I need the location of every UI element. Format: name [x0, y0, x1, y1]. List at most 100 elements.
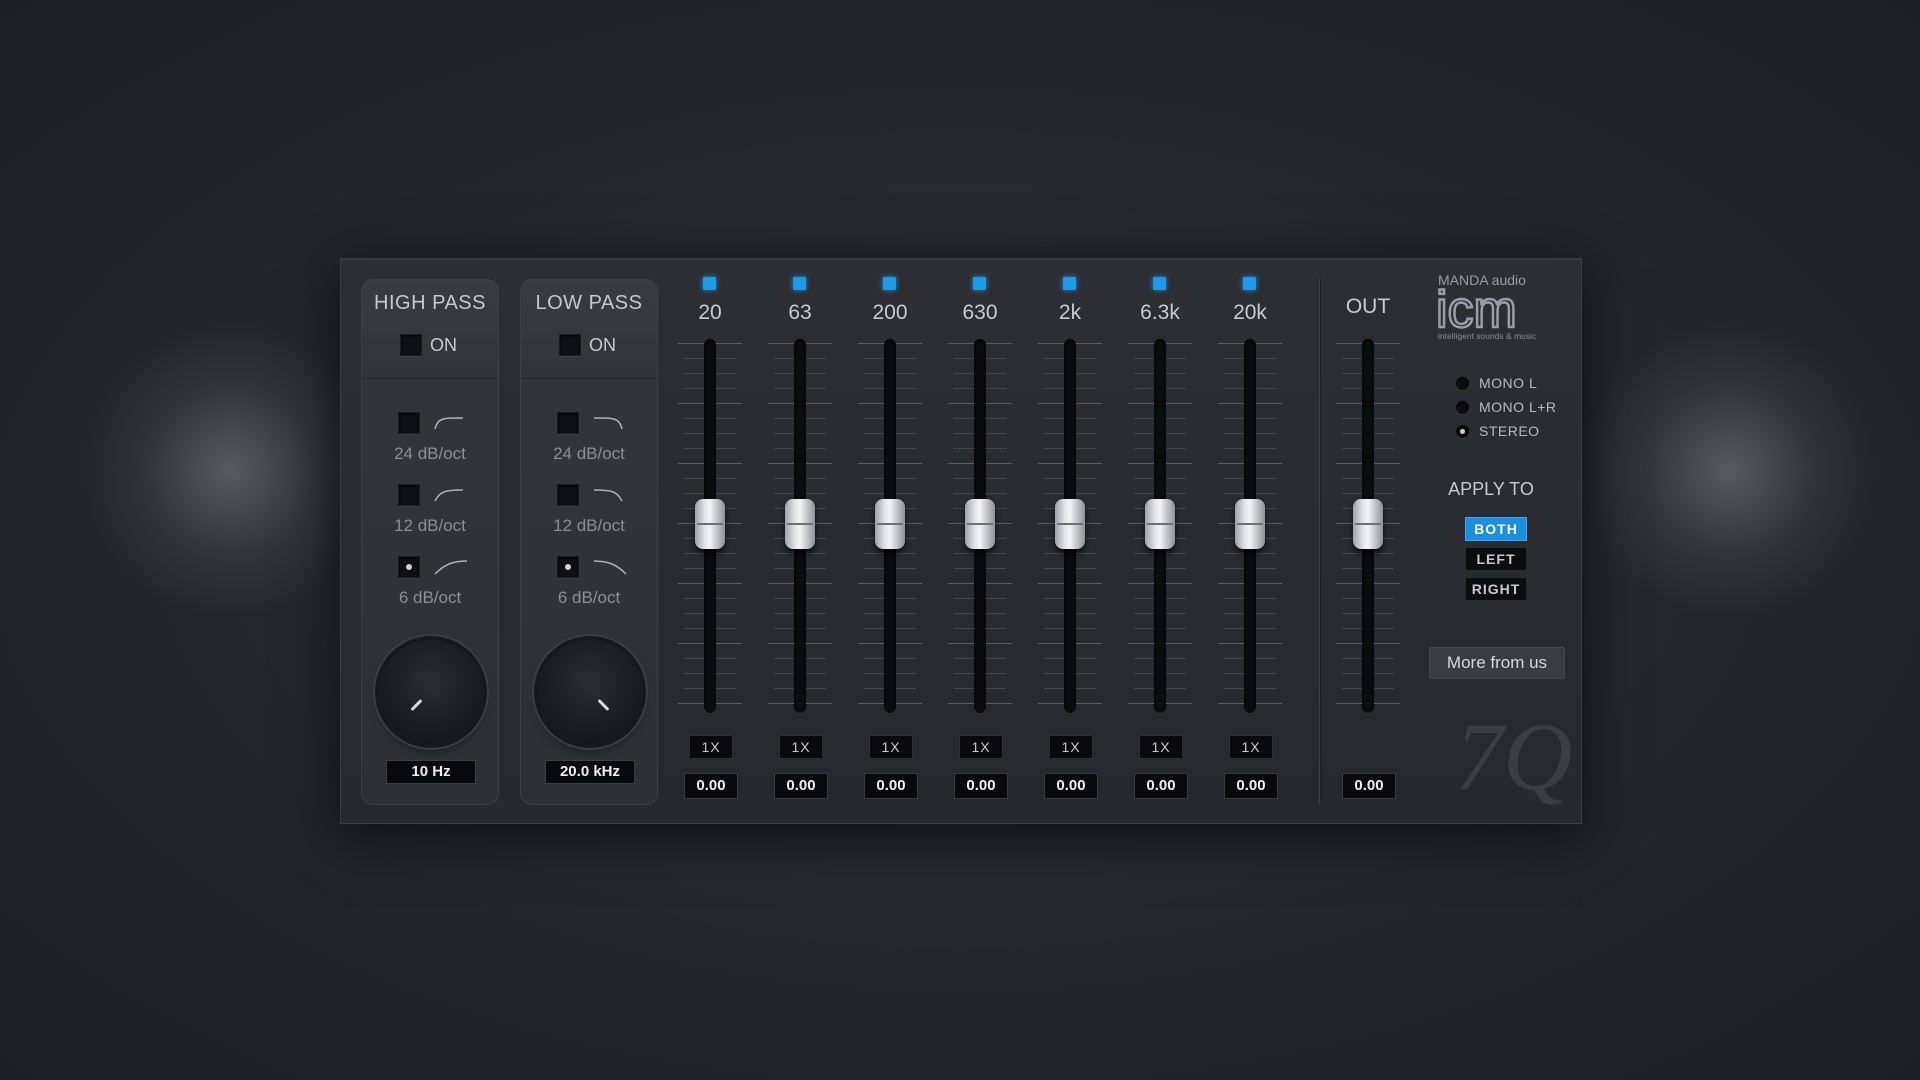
high-pass-slope-12[interactable]: [398, 484, 464, 506]
high-pass-frequency-knob[interactable]: [379, 640, 483, 744]
fader-handle[interactable]: [1235, 499, 1265, 549]
band-enable-led[interactable]: [1153, 277, 1166, 290]
equalizer-plugin-window: HIGH PASS ON 24 dB/oct 12 dB/oct 6 dB/oc…: [340, 258, 1582, 824]
product-mark: 7Q: [1455, 703, 1571, 809]
band-frequency-label: 2k: [1058, 301, 1082, 324]
low-pass-curve-steep-icon: [593, 417, 623, 430]
high-pass-on-checkbox[interactable]: [400, 334, 422, 356]
low-pass-on-checkbox[interactable]: [559, 334, 581, 356]
high-pass-slope-6-checkbox[interactable]: [398, 556, 420, 578]
band-q-button[interactable]: 1X: [1139, 735, 1183, 759]
fader-handle[interactable]: [695, 499, 725, 549]
low-pass-slope-6-checkbox[interactable]: [557, 556, 579, 578]
band-gain-value[interactable]: 0.00: [1044, 773, 1098, 799]
high-pass-slope-6[interactable]: [398, 556, 468, 578]
mode-mono-lr[interactable]: MONO L+R: [1456, 399, 1557, 415]
eq-band: 63 1X 0.00: [765, 259, 835, 823]
high-pass-slope-24-checkbox[interactable]: [398, 412, 420, 434]
band-q-button[interactable]: 1X: [779, 735, 823, 759]
high-pass-frequency-value[interactable]: 10 Hz: [386, 760, 476, 784]
apply-to-title: APPLY TO: [1448, 479, 1534, 499]
low-pass-curve-medium-icon: [593, 489, 623, 502]
background-glow-right: [1580, 320, 1880, 620]
fader-handle[interactable]: [1055, 499, 1085, 549]
band-enable-led[interactable]: [973, 277, 986, 290]
low-pass-slope-12[interactable]: [557, 484, 623, 506]
low-pass-slope-24-checkbox[interactable]: [557, 412, 579, 434]
high-pass-slope-12-label: 12 dB/oct: [394, 516, 466, 535]
band-gain-value[interactable]: 0.00: [774, 773, 828, 799]
band-frequency-label: 20: [698, 301, 722, 324]
mode-mono-lr-radio[interactable]: [1456, 400, 1469, 414]
low-pass-on-label: ON: [589, 334, 616, 355]
band-gain-value[interactable]: 0.00: [864, 773, 918, 799]
high-pass-on-label: ON: [430, 334, 457, 355]
band-frequency-label: 630: [962, 301, 998, 324]
high-pass-on-toggle[interactable]: ON: [400, 334, 457, 356]
band-q-button[interactable]: 1X: [869, 735, 913, 759]
low-pass-slope-12-checkbox[interactable]: [557, 484, 579, 506]
low-pass-on-toggle[interactable]: ON: [559, 334, 616, 356]
section-divider: [1319, 279, 1320, 803]
fader-handle[interactable]: [875, 499, 905, 549]
band-q-button[interactable]: 1X: [959, 735, 1003, 759]
apply-both-button[interactable]: BOTH: [1465, 517, 1527, 541]
mode-stereo[interactable]: STEREO: [1456, 423, 1540, 439]
knob-indicator: [597, 698, 610, 712]
high-pass-curve-gentle-icon: [434, 560, 468, 575]
icm-logo: MANDA audio icm intelligent sounds & mus…: [1436, 272, 1537, 341]
high-pass-slope-24-label: 24 dB/oct: [394, 444, 466, 463]
band-gain-value[interactable]: 0.00: [954, 773, 1008, 799]
band-enable-led[interactable]: [703, 277, 716, 290]
band-q-button[interactable]: 1X: [689, 735, 733, 759]
low-pass-slope-24-label: 24 dB/oct: [553, 444, 625, 463]
eq-band: 20k 1X 0.00: [1215, 259, 1285, 823]
apply-right-button[interactable]: RIGHT: [1465, 577, 1527, 601]
low-pass-title: LOW PASS: [535, 292, 643, 314]
high-pass-title: HIGH PASS: [374, 292, 486, 314]
low-pass-slope-6[interactable]: [557, 556, 627, 578]
mode-mono-l[interactable]: MONO L: [1456, 375, 1537, 391]
band-q-button[interactable]: 1X: [1049, 735, 1093, 759]
band-q-button[interactable]: 1X: [1229, 735, 1273, 759]
mode-stereo-label: STEREO: [1479, 423, 1540, 439]
band-enable-led[interactable]: [793, 277, 806, 290]
mode-mono-l-label: MONO L: [1479, 375, 1538, 391]
apply-left-button[interactable]: LEFT: [1465, 547, 1527, 571]
eq-band: 630 1X 0.00: [945, 259, 1015, 823]
low-pass-frequency-knob[interactable]: [538, 640, 642, 744]
output-fader-handle[interactable]: [1353, 499, 1383, 549]
low-pass-frequency-value[interactable]: 20.0 kHz: [545, 760, 635, 784]
high-pass-curve-steep-icon: [434, 417, 464, 430]
background-glow-left: [80, 320, 380, 620]
fader-handle[interactable]: [785, 499, 815, 549]
eq-band: 200 1X 0.00: [855, 259, 925, 823]
band-enable-led[interactable]: [883, 277, 896, 290]
high-pass-panel: HIGH PASS ON 24 dB/oct 12 dB/oct 6 dB/oc…: [361, 279, 499, 805]
band-frequency-label: 6.3k: [1140, 301, 1180, 324]
fader-handle[interactable]: [965, 499, 995, 549]
eq-band: 6.3k 1X 0.00: [1125, 259, 1195, 823]
low-pass-curve-gentle-icon: [593, 560, 627, 575]
output-gain-value[interactable]: 0.00: [1342, 773, 1396, 799]
fader-handle[interactable]: [1145, 499, 1175, 549]
band-gain-value[interactable]: 0.00: [1134, 773, 1188, 799]
band-enable-led[interactable]: [1243, 277, 1256, 290]
high-pass-slope-12-checkbox[interactable]: [398, 484, 420, 506]
low-pass-slope-24[interactable]: [557, 412, 623, 434]
low-pass-slope-12-label: 12 dB/oct: [553, 516, 625, 535]
mode-stereo-radio[interactable]: [1456, 424, 1469, 438]
knob-indicator: [410, 698, 423, 712]
more-from-us-button[interactable]: More from us: [1429, 647, 1565, 679]
low-pass-slope-6-label: 6 dB/oct: [557, 588, 621, 607]
band-gain-value[interactable]: 0.00: [684, 773, 738, 799]
band-enable-led[interactable]: [1063, 277, 1076, 290]
band-frequency-label: 200: [872, 301, 908, 324]
high-pass-slope-24[interactable]: [398, 412, 464, 434]
logo-tagline: intelligent sounds & music: [1438, 331, 1537, 341]
product-7q-logo: 7Q: [1455, 703, 1571, 809]
output-label: OUT: [1345, 295, 1391, 318]
band-gain-value[interactable]: 0.00: [1224, 773, 1278, 799]
mode-mono-l-radio[interactable]: [1456, 376, 1469, 390]
high-pass-curve-medium-icon: [434, 489, 464, 502]
